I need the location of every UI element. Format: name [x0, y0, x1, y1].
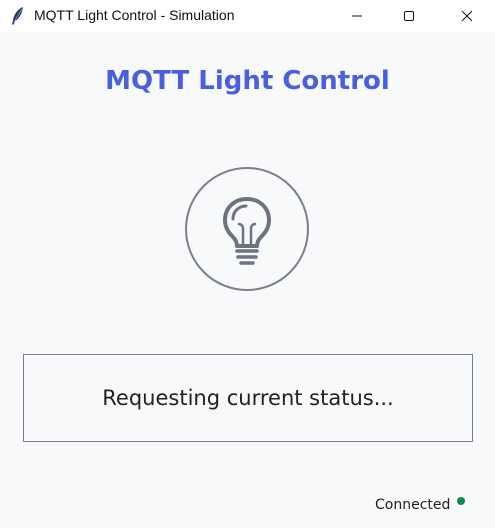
window-title: MQTT Light Control - Simulation: [34, 7, 235, 23]
status-panel: Requesting current status...: [23, 354, 473, 442]
maximize-icon: [404, 11, 414, 21]
close-button[interactable]: [444, 0, 490, 32]
lightbulb-icon: [223, 197, 271, 265]
feather-icon: [12, 7, 23, 25]
connection-status-label: Connected: [375, 497, 451, 511]
app-heading: MQTT Light Control: [105, 66, 390, 96]
connection-indicator-dot: [457, 497, 465, 505]
maximize-button[interactable]: [386, 0, 432, 32]
minimize-icon: [352, 15, 362, 17]
close-icon: [461, 10, 473, 22]
title-bar: MQTT Light Control - Simulation: [0, 0, 495, 32]
status-message: Requesting current status...: [102, 386, 394, 410]
minimize-button[interactable]: [334, 0, 380, 32]
